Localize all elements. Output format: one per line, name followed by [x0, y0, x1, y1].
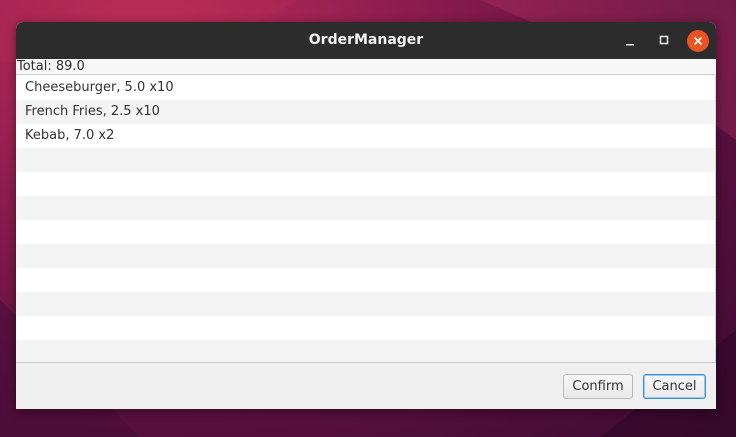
- maximize-icon: [659, 35, 669, 45]
- empty-list-row: [16, 268, 715, 292]
- empty-list-row: [16, 340, 715, 362]
- confirm-button[interactable]: Confirm: [563, 374, 633, 399]
- list-item[interactable]: Cheeseburger, 5.0 x10: [16, 76, 715, 100]
- close-button[interactable]: [687, 30, 709, 52]
- list-item[interactable]: French Fries, 2.5 x10: [16, 100, 715, 124]
- titlebar[interactable]: OrderManager: [16, 22, 716, 59]
- window-title: OrderManager: [308, 32, 424, 48]
- empty-list-row: [16, 148, 715, 172]
- cancel-button[interactable]: Cancel: [643, 374, 706, 399]
- minimize-button[interactable]: [619, 30, 641, 52]
- minimize-icon: [626, 44, 634, 46]
- order-total-label: Total: 89.0: [16, 59, 716, 75]
- empty-list-row: [16, 172, 715, 196]
- empty-list-row: [16, 196, 715, 220]
- empty-list-row: [16, 244, 715, 268]
- empty-list-row: [16, 220, 715, 244]
- close-icon: [693, 36, 703, 46]
- maximize-button[interactable]: [653, 30, 675, 52]
- order-manager-window: OrderManager Total: 89.0 Cheeseburger, 5…: [16, 22, 716, 409]
- empty-list-row: [16, 292, 715, 316]
- empty-list-row: [16, 316, 715, 340]
- button-bar: Confirm Cancel: [16, 362, 716, 409]
- list-item[interactable]: Kebab, 7.0 x2: [16, 124, 715, 148]
- order-items-list[interactable]: Cheeseburger, 5.0 x10 French Fries, 2.5 …: [16, 76, 716, 362]
